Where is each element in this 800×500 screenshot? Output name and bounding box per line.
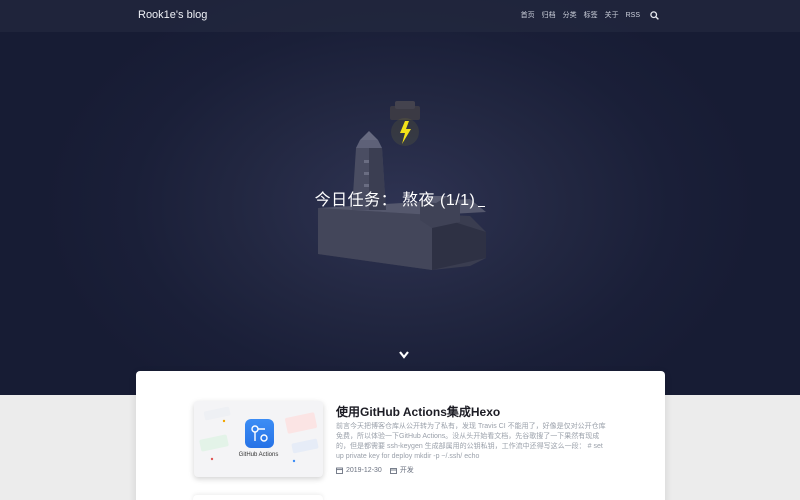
github-actions-icon <box>245 419 274 448</box>
post-thumbnail[interactable]: GitHub Actions <box>194 401 323 477</box>
folder-icon <box>389 467 397 474</box>
post-list-card: GitHub Actions 使用GitHub Actions集成Hexo 前言… <box>136 371 665 500</box>
nav-item-tags[interactable]: 标签 <box>584 10 598 20</box>
blog-brand-link[interactable]: Rook1e's blog <box>138 9 207 21</box>
post-date: 2019-12-30 <box>346 466 382 474</box>
nav-menu: 首页 归档 分类 标签 关于 RSS <box>514 10 659 20</box>
post-title-link[interactable]: 使用GitHub Actions集成Hexo <box>336 403 500 420</box>
nav-item-home[interactable]: 首页 <box>521 10 535 20</box>
nav-item-about[interactable]: 关于 <box>605 10 619 20</box>
nav-item-categories[interactable]: 分类 <box>563 10 577 20</box>
next-post-thumbnail <box>193 495 323 500</box>
hero-banner: Rook1e's blog 首页 归档 分类 标签 关于 RSS 今日任务： 熬… <box>0 0 800 395</box>
post-category-link[interactable]: 开发 <box>400 465 414 475</box>
typing-caret <box>478 206 486 207</box>
top-navbar: Rook1e's blog 首页 归档 分类 标签 关于 RSS <box>0 0 800 32</box>
hero-title-text: 今日任务： 熬夜 (1/1) <box>314 192 476 209</box>
thumbnail-caption: GitHub Actions <box>238 452 279 458</box>
hero-title: 今日任务： 熬夜 (1/1) <box>0 186 800 210</box>
nav-item-rss[interactable]: RSS <box>626 12 640 19</box>
calendar-icon <box>336 467 343 474</box>
nav-item-archive[interactable]: 归档 <box>542 10 556 20</box>
post-excerpt: 前言今天把博客仓库从公开转为了私有，发现 Travis CI 不能用了，好像是仅… <box>336 423 606 460</box>
search-icon[interactable] <box>650 10 659 20</box>
chevron-down-icon[interactable] <box>398 350 410 360</box>
post-meta: 2019-12-30 开发 <box>336 465 414 475</box>
